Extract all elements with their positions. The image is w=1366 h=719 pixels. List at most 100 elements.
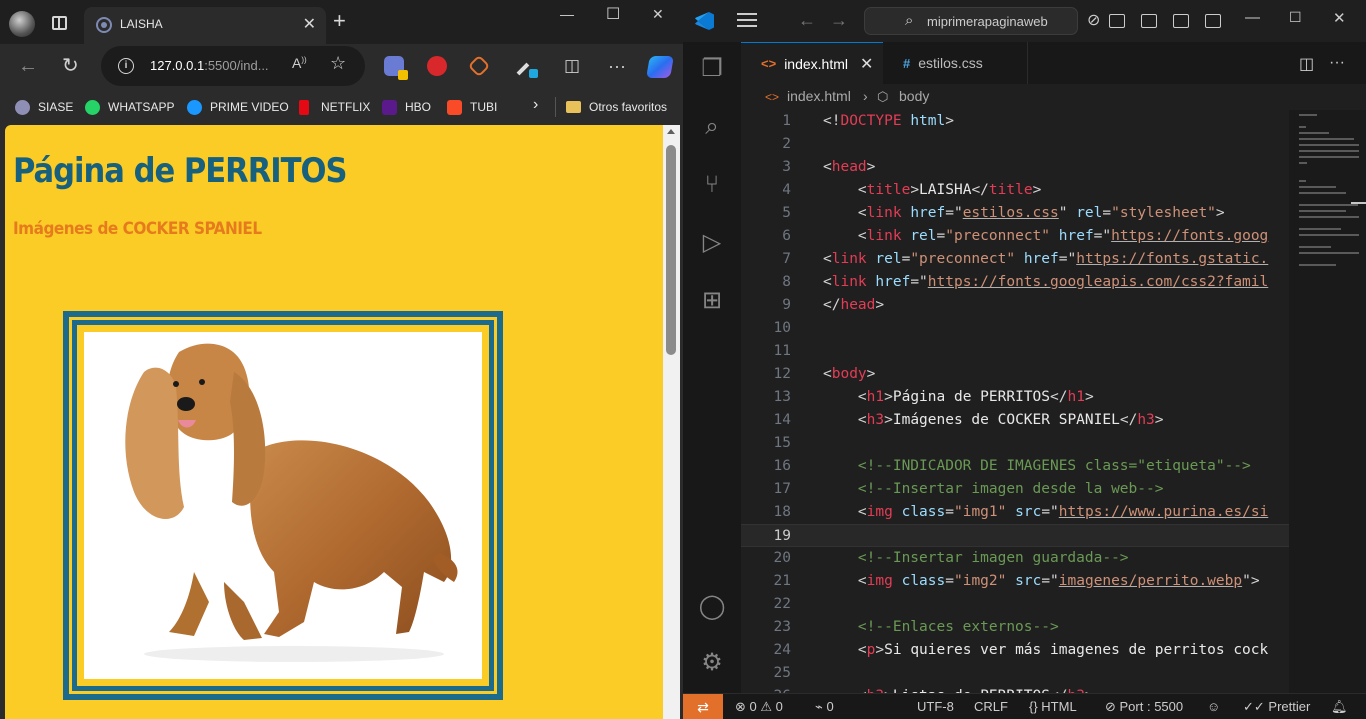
code-line[interactable]: 8 <link href="https://fonts.googleapis.co… [741, 271, 1289, 294]
bookmark-item[interactable]: HBO [382, 98, 431, 116]
code-line[interactable]: 14 <h3>Imágenes de COCKER SPANIEL</h3> [741, 409, 1289, 432]
code-line[interactable]: 2 [741, 133, 1289, 156]
split-screen-icon[interactable]: ◫ [564, 54, 580, 78]
code-line[interactable]: 4 <title>LAISHA</title> [741, 179, 1289, 202]
window-close-icon[interactable]: ✕ [652, 6, 664, 23]
minimap[interactable] [1289, 110, 1366, 693]
code-line[interactable]: 7 <link rel="preconnect" href="https://fo… [741, 248, 1289, 271]
more-menu-icon[interactable]: ··· [608, 54, 626, 78]
scroll-up-icon[interactable] [667, 129, 675, 134]
copilot-status-icon[interactable]: ☺ [1207, 699, 1220, 714]
bookmark-item[interactable]: PRIME VIDEO [187, 98, 289, 116]
read-aloud-icon[interactable]: A)) [292, 55, 307, 71]
code-line[interactable]: 12 <body> [741, 363, 1289, 386]
nav-forward-icon[interactable]: → [830, 10, 848, 31]
code-line[interactable]: 3 <head> [741, 156, 1289, 179]
refresh-icon[interactable]: ↻ [62, 54, 79, 78]
chevron-right-icon[interactable]: › [533, 96, 538, 114]
tab-favicon-icon [96, 17, 112, 33]
language-mode[interactable]: {} HTML [1029, 699, 1077, 714]
split-editor-icon[interactable]: ◫ [1299, 54, 1314, 74]
code-line[interactable]: 9 </head> [741, 294, 1289, 317]
copilot-icon[interactable] [646, 56, 674, 78]
bookmark-item[interactable]: WHATSAPP [85, 98, 174, 116]
code-line[interactable]: 18 <img class="img1" src="https://www.pu… [741, 501, 1289, 524]
bookmark-item[interactable]: SIASE [15, 98, 73, 116]
code-line[interactable]: 11 [741, 340, 1289, 363]
live-server-port[interactable]: ⊘ Port : 5500 [1105, 699, 1183, 715]
toggle-panel-icon[interactable] [1141, 14, 1157, 28]
nav-back-icon[interactable]: ← [798, 10, 816, 31]
maximize-icon[interactable]: ☐ [1289, 9, 1302, 26]
remote-indicator-icon[interactable]: ⇄ [683, 694, 723, 719]
url-text[interactable]: 127.0.0.1:5500/ind... [150, 58, 269, 73]
other-favorites-folder[interactable]: Otros favoritos [566, 98, 667, 116]
line-number: 24 [773, 642, 791, 658]
tab-close-icon[interactable]: ✕ [303, 14, 316, 34]
minimize-icon[interactable]: — [560, 6, 574, 22]
address-bar[interactable]: i 127.0.0.1:5500/ind... A)) ☆ [101, 46, 365, 86]
customize-layout-icon[interactable] [1205, 14, 1221, 28]
code-line[interactable]: 23 <!--Enlaces externos--> [741, 616, 1289, 639]
back-arrow-icon[interactable]: ← [18, 54, 38, 78]
toggle-secondary-sidebar-icon[interactable] [1173, 14, 1189, 28]
command-center-search[interactable]: ⌕ miprimerapaginaweb [864, 7, 1078, 35]
search-icon[interactable]: ⌕ [697, 112, 727, 142]
extension-eyedropper-icon[interactable] [516, 56, 538, 78]
bookmark-item[interactable]: TUBI [447, 98, 497, 116]
hamburger-menu-icon[interactable] [737, 13, 757, 27]
minimize-icon[interactable]: — [1245, 9, 1260, 26]
code-line[interactable]: 13 <h1>Página de PERRITOS</h1> [741, 386, 1289, 409]
extensions-icon[interactable]: ⊞ [697, 286, 727, 316]
code-line[interactable]: 24 <p>Si quieres ver más imagenes de per… [741, 639, 1289, 662]
problems-indicator[interactable]: ⊗ 0 ⚠ 0 [735, 699, 783, 715]
browser-tab[interactable]: LAISHA ✕ [84, 7, 326, 44]
tab-estilos-css[interactable]: # estilos.css [883, 42, 1028, 84]
account-icon[interactable]: ◯ [697, 592, 727, 622]
adblock-extension-icon[interactable] [427, 56, 447, 76]
code-line[interactable]: 10 [741, 317, 1289, 340]
code-line[interactable]: 17 <!--Insertar imagen desde la web--> [741, 478, 1289, 501]
code-line[interactable]: 16 <!--INDICADOR DE IMAGENES class="etiq… [741, 455, 1289, 478]
code-line[interactable]: 25 [741, 662, 1289, 685]
tab-index-html[interactable]: <> index.html ✕ [741, 42, 883, 84]
breadcrumb-element[interactable]: body [899, 88, 929, 104]
tab-close-icon[interactable]: ✕ [860, 54, 873, 74]
profile-avatar[interactable] [9, 11, 35, 37]
bookmark-item[interactable]: NETFLIX [299, 98, 370, 116]
code-line[interactable]: 5 <link href="estilos.css" rel="styleshe… [741, 202, 1289, 225]
code-line[interactable]: 1 <!DOCTYPE html> [741, 110, 1289, 133]
new-tab-icon[interactable]: + [333, 10, 346, 32]
extension-icon[interactable] [384, 56, 408, 80]
toggle-sidebar-icon[interactable] [1109, 14, 1125, 28]
source-control-icon[interactable]: ⑂ [697, 170, 727, 200]
ports-indicator[interactable]: ⌁ 0 [815, 699, 834, 715]
code-text: <img class="img1" src="https://www.purin… [823, 504, 1269, 520]
copilot-icon[interactable]: ⊘ [1087, 10, 1100, 30]
run-debug-icon[interactable]: ▷ [697, 228, 727, 258]
maximize-icon[interactable]: ☐ [606, 4, 620, 24]
notifications-bell-icon[interactable]: 🔔︎ [1331, 699, 1348, 715]
editor-more-icon[interactable]: ··· [1329, 54, 1345, 72]
code-line[interactable]: 22 [741, 593, 1289, 616]
scrollbar-thumb[interactable] [666, 145, 676, 355]
site-info-icon[interactable]: i [118, 58, 134, 74]
code-line[interactable]: 6 <link rel="preconnect" href="https://f… [741, 225, 1289, 248]
line-ending[interactable]: CRLF [974, 699, 1008, 714]
code-line[interactable]: 21 <img class="img2" src="imagenes/perri… [741, 570, 1289, 593]
window-close-icon[interactable]: ✕ [1333, 9, 1346, 27]
breadcrumb-file[interactable]: index.html [787, 88, 851, 104]
encoding[interactable]: UTF-8 [917, 699, 954, 714]
page-scrollbar[interactable] [663, 125, 680, 719]
code-editor[interactable]: 1 <!DOCTYPE html> 2 3 <head> 4 <title>LAISHA<… [741, 110, 1289, 693]
settings-gear-icon[interactable]: ⚙ [697, 648, 727, 678]
explorer-icon[interactable]: ❐ [697, 54, 727, 84]
tab-actions-icon[interactable] [52, 16, 67, 30]
code-line[interactable]: 26 <h3>Listas de PERRITOS</h3> [741, 685, 1289, 693]
code-line[interactable]: 15 [741, 432, 1289, 455]
prettier-status[interactable]: ✓✓ Prettier [1243, 699, 1310, 715]
code-line[interactable]: 19 [741, 524, 1289, 547]
code-line[interactable]: 20 <!--Insertar imagen guardada--> [741, 547, 1289, 570]
favorite-star-icon[interactable]: ☆ [330, 53, 346, 74]
extension-layers-icon[interactable] [467, 54, 491, 78]
